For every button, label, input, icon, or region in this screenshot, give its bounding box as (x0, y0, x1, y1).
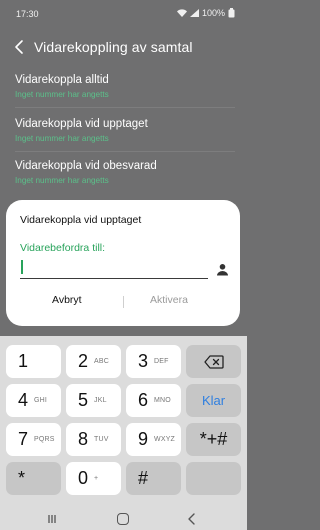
key-3[interactable]: 3 DEF (126, 345, 181, 378)
contact-icon[interactable] (216, 263, 229, 276)
home-icon[interactable] (117, 513, 129, 525)
status-time: 17:30 (16, 9, 39, 19)
key-letters: TUV (94, 436, 109, 443)
list-item-forward-busy[interactable]: Vidarekoppla vid upptaget Inget nummer h… (15, 118, 235, 143)
signal-icon (189, 9, 199, 17)
key-8[interactable]: 8 TUV (66, 423, 121, 456)
divider (15, 107, 235, 108)
forward-dialog: Vidarekoppla vid upptaget Vidarebefordra… (6, 200, 240, 326)
text-cursor (21, 260, 23, 274)
hash-label: # (138, 468, 149, 488)
key-letters: GHI (34, 397, 48, 404)
system-nav-bar (0, 509, 247, 530)
key-9[interactable]: 9 WXYZ (126, 423, 181, 456)
list-item-title: Vidarekoppla alltid (15, 74, 109, 86)
star-plus-hash-key[interactable]: *+# (186, 423, 241, 456)
key-digit: 9 (138, 429, 149, 449)
app-header: Vidarekoppling av samtal (0, 34, 247, 62)
recent-apps-icon[interactable] (47, 514, 57, 524)
battery-icon (228, 8, 235, 18)
list-item-title: Vidarekoppla vid upptaget (15, 118, 148, 130)
key-1[interactable]: 1 (6, 345, 61, 378)
key-digit: 1 (18, 351, 29, 371)
dialog-buttons: Avbryt Aktivera (6, 294, 240, 314)
nav-back-icon[interactable] (187, 513, 197, 525)
list-item-title: Vidarekoppla vid obesvarad (15, 160, 157, 172)
dialog-title: Vidarekoppla vid upptaget (20, 214, 142, 226)
star-plus-hash-label: *+# (199, 429, 228, 449)
numeric-keyboard: 1 2 ABC 3 DEF 4 GHI 5 JKL 6 MNO Klar 7 P… (0, 336, 247, 509)
star-label: * (18, 468, 26, 488)
key-6[interactable]: 6 MNO (126, 384, 181, 417)
key-letters: DEF (154, 358, 169, 365)
list-item-forward-unanswered[interactable]: Vidarekoppla vid obesvarad Inget nummer … (15, 160, 235, 185)
backspace-key[interactable] (186, 345, 241, 378)
key-digit: 6 (138, 390, 149, 410)
key-4[interactable]: 4 GHI (6, 384, 61, 417)
button-divider (123, 296, 124, 308)
key-letters: PQRS (34, 436, 55, 443)
key-letters: JKL (94, 397, 107, 404)
key-2[interactable]: 2 ABC (66, 345, 121, 378)
list-item-forward-always[interactable]: Vidarekoppla alltid Inget nummer har ang… (15, 74, 235, 99)
key-digit: 4 (18, 390, 29, 410)
key-5[interactable]: 5 JKL (66, 384, 121, 417)
field-label: Vidarebefordra till: (20, 242, 106, 254)
status-icons: 100% (176, 8, 235, 18)
page-title: Vidarekoppling av samtal (34, 39, 193, 55)
list-item-subtitle: Inget nummer har angetts (15, 90, 109, 99)
cancel-button[interactable]: Avbryt (52, 294, 82, 306)
status-bar: 17:30 100% (0, 0, 247, 28)
list-item-subtitle: Inget nummer har angetts (15, 176, 109, 185)
done-key[interactable]: Klar (186, 384, 241, 417)
divider (15, 151, 235, 152)
forward-number-input[interactable] (20, 257, 208, 279)
wifi-icon (176, 9, 187, 17)
key-digit: 0 (78, 468, 89, 488)
backspace-icon (203, 354, 224, 369)
empty-key (186, 462, 241, 495)
back-arrow-icon[interactable] (12, 38, 28, 56)
key-letters: MNO (154, 397, 171, 404)
battery-percentage: 100% (201, 8, 225, 18)
key-digit: 3 (138, 351, 149, 371)
activate-button[interactable]: Aktivera (150, 294, 188, 306)
key-0[interactable]: 0 + (66, 462, 121, 495)
key-digit: 5 (78, 390, 89, 410)
done-label: Klar (201, 393, 226, 408)
key-digit: 2 (78, 351, 89, 371)
key-digit: 7 (18, 429, 29, 449)
key-letters: WXYZ (154, 436, 176, 443)
key-letters: ABC (94, 358, 110, 365)
key-7[interactable]: 7 PQRS (6, 423, 61, 456)
star-key[interactable]: * (6, 462, 61, 495)
key-digit: 8 (78, 429, 89, 449)
hash-key[interactable]: # (126, 462, 181, 495)
list-item-subtitle: Inget nummer har angetts (15, 134, 109, 143)
key-letters: + (94, 475, 99, 482)
